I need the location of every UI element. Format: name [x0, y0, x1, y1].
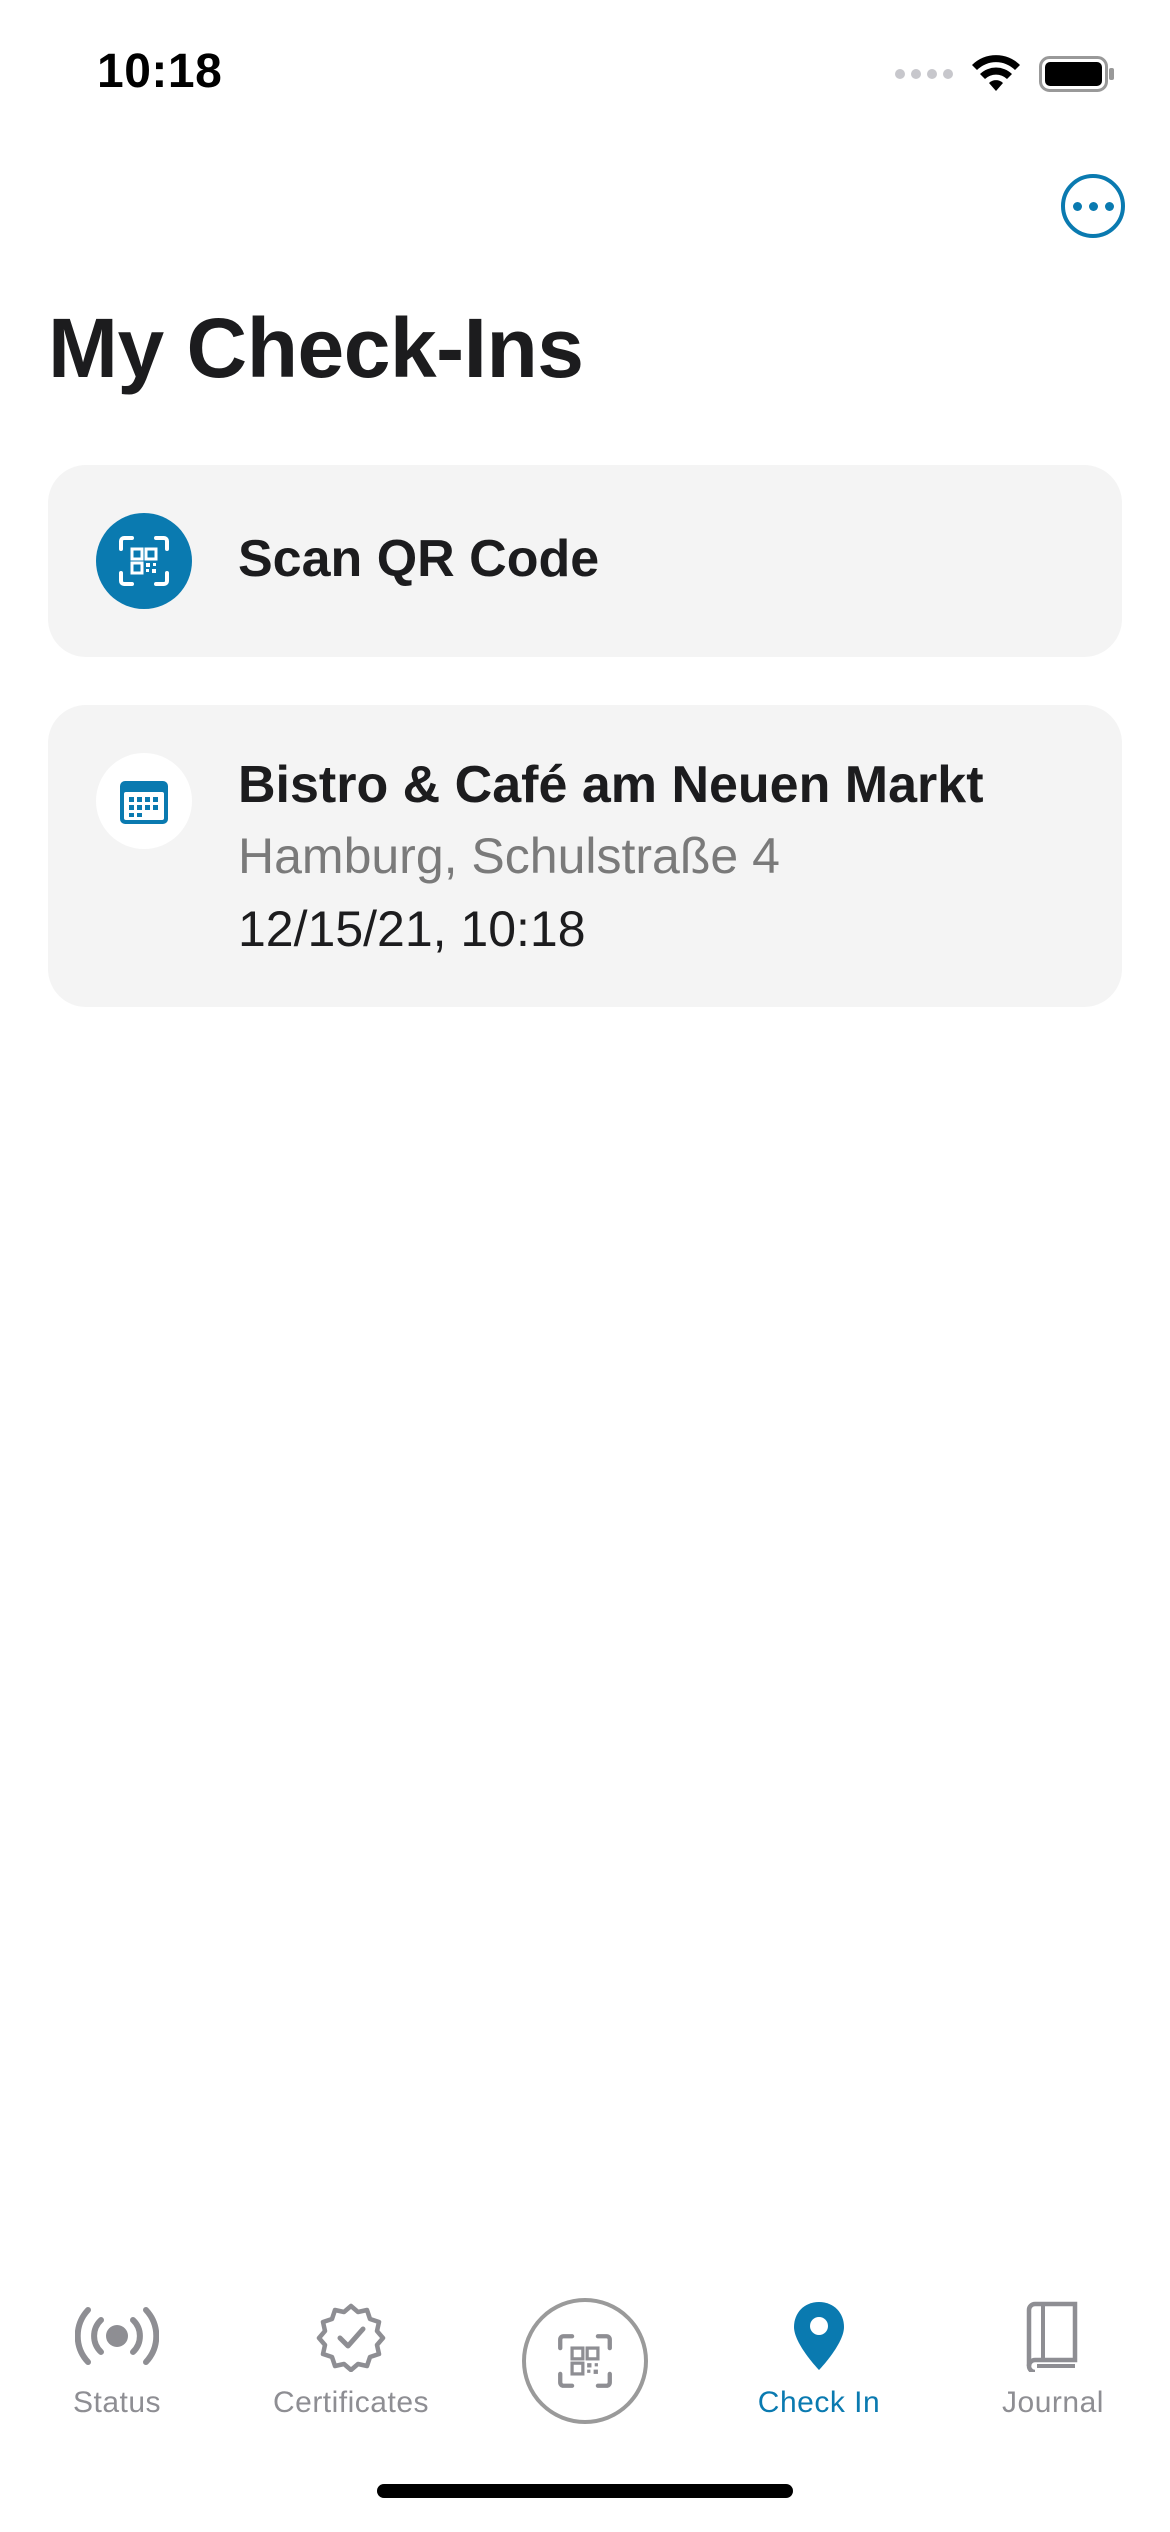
tab-journal[interactable]: Journal	[936, 2300, 1170, 2420]
status-bar: 10:18	[0, 0, 1170, 150]
tab-journal-label: Journal	[1002, 2386, 1104, 2419]
tab-check-in[interactable]: Check In	[702, 2300, 936, 2420]
tab-certificates[interactable]: Certificates	[234, 2300, 468, 2420]
tab-check-in-label: Check In	[757, 2386, 881, 2419]
checkin-datetime: 12/15/21, 10:18	[238, 901, 586, 957]
calendar-icon	[96, 753, 192, 849]
dot-icon	[1104, 201, 1114, 211]
checkin-place-name: Bistro & Café am Neuen Markt	[238, 756, 984, 814]
scan-qr-label: Scan QR Code	[238, 530, 600, 588]
dot-icon	[1072, 201, 1082, 211]
location-pin-icon	[794, 2302, 844, 2370]
dot-icon	[1088, 201, 1098, 211]
cellular-signal-icon	[895, 69, 953, 79]
wifi-icon	[972, 55, 1020, 91]
tab-status[interactable]: Status	[0, 2300, 234, 2420]
check-ins-screen: 10:18 My Check-Ins Scan QR Code Bistro &…	[0, 0, 1170, 2532]
tab-scan-button[interactable]	[522, 2298, 648, 2424]
qr-scan-icon	[558, 2334, 612, 2388]
more-options-button[interactable]	[1061, 174, 1125, 238]
scan-qr-card[interactable]: Scan QR Code	[48, 465, 1122, 657]
status-icon	[75, 2307, 159, 2365]
qr-scan-icon	[96, 513, 192, 609]
home-indicator[interactable]	[377, 2484, 793, 2498]
tab-certificates-label: Certificates	[272, 2386, 430, 2419]
page-title: My Check-Ins	[48, 301, 584, 395]
status-time: 10:18	[97, 45, 223, 98]
status-indicators	[895, 54, 1115, 94]
checkin-entry[interactable]: Bistro & Café am Neuen Markt Hamburg, Sc…	[48, 705, 1122, 1007]
battery-icon	[1039, 56, 1114, 92]
book-icon	[1026, 2301, 1078, 2372]
certificate-icon	[316, 2303, 386, 2372]
tab-status-label: Status	[72, 2386, 162, 2419]
checkin-place-address: Hamburg, Schulstraße 4	[238, 828, 780, 884]
